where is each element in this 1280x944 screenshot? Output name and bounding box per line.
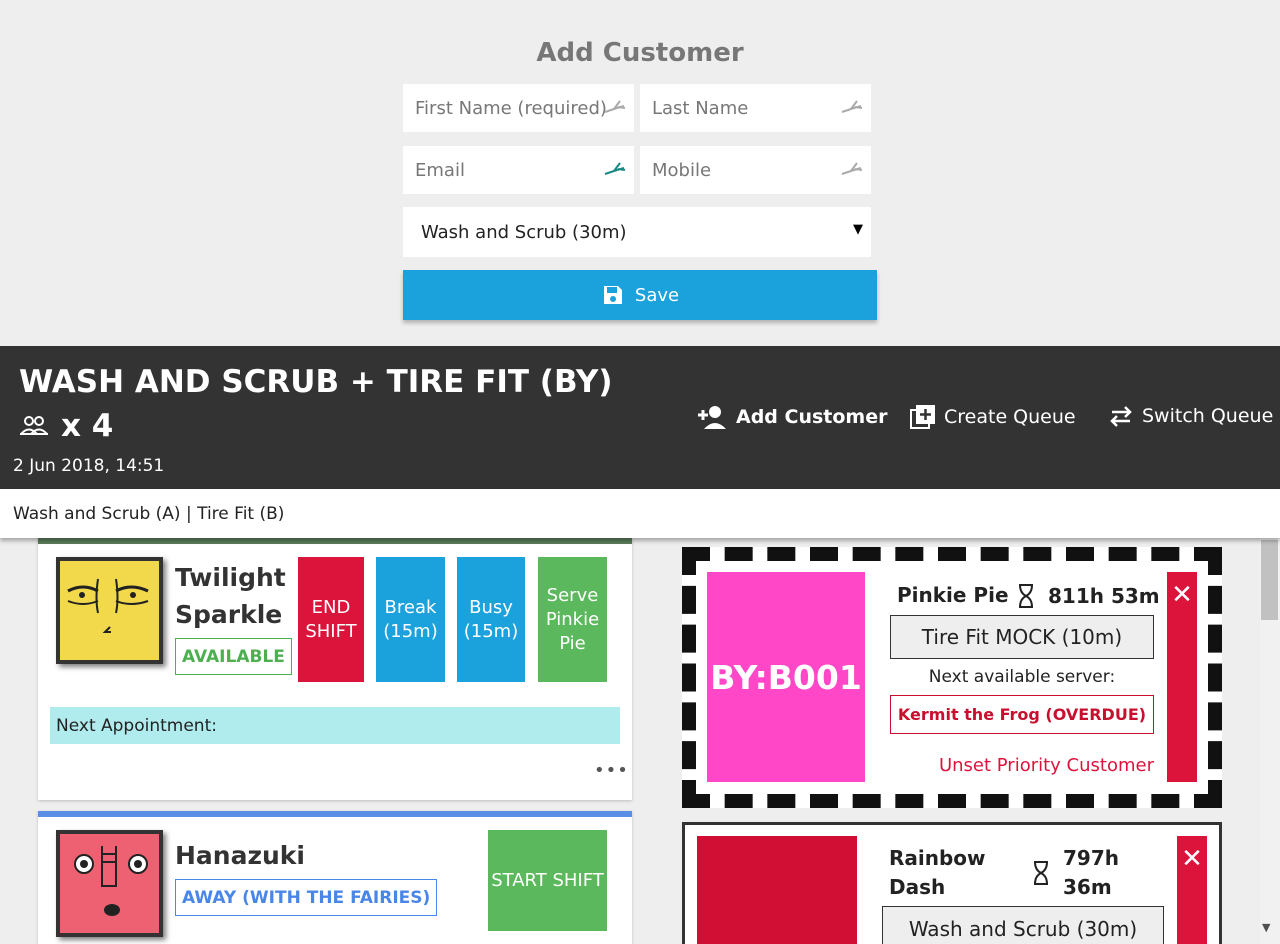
- hourglass-icon: [1034, 861, 1048, 885]
- save-label: Save: [634, 284, 680, 306]
- next-server-button[interactable]: Kermit the Frog (OVERDUE): [890, 695, 1154, 734]
- ticket-customer-line1: Rainbow: [889, 846, 986, 870]
- queue-count: x 4: [19, 408, 113, 444]
- autofill-key-icon[interactable]: [602, 157, 628, 183]
- mobile-input[interactable]: Mobile: [640, 146, 871, 194]
- unset-priority-link[interactable]: Unset Priority Customer: [890, 755, 1154, 776]
- add-customer-label: Add Customer: [736, 406, 888, 428]
- scrollbar-thumb[interactable]: [1261, 540, 1278, 620]
- avatar[interactable]: [56, 557, 163, 664]
- ticket-wait-line1: 797h: [1063, 846, 1119, 870]
- queue-count-label: x 4: [61, 408, 114, 444]
- switch-queue-button[interactable]: Switch Queue: [1108, 404, 1273, 428]
- mobile-placeholder: Mobile: [652, 159, 712, 181]
- queue-services-bar: Wash and Scrub (A) | Tire Fit (B): [0, 489, 1280, 538]
- status-badge: AWAY (WITH THE FAIRIES): [175, 879, 438, 916]
- face-avatar-icon: [67, 578, 149, 633]
- ticket-wait-line2: 36m: [1063, 875, 1112, 899]
- caret-down-icon: ▼: [853, 222, 863, 237]
- ticket-code: BY:B001: [707, 572, 865, 782]
- last-name-input[interactable]: Last Name: [640, 84, 871, 132]
- queue-services: Wash and Scrub (A) | Tire Fit (B): [13, 504, 285, 524]
- floppy-disk-icon: [603, 286, 622, 304]
- remove-ticket-button[interactable]: ✕: [1177, 836, 1207, 944]
- people-icon: [20, 416, 48, 435]
- autofill-key-icon[interactable]: [839, 157, 865, 183]
- first-name-placeholder: First Name (required): [415, 97, 607, 119]
- ticket-service[interactable]: Tire Fit MOCK (10m): [890, 615, 1154, 659]
- queue-header: WASH AND SCRUB + TIRE FIT (BY) x 4 2 Jun…: [0, 346, 1280, 489]
- page-title: Add Customer: [536, 38, 744, 68]
- ticket-code: [697, 836, 857, 944]
- create-queue-button[interactable]: Create Queue: [910, 404, 1076, 430]
- next-server-label: Next available server:: [928, 667, 1116, 687]
- server-name: Twilight Sparkle: [175, 559, 286, 633]
- next-appointment: Next Appointment:: [50, 707, 620, 744]
- close-icon: ✕: [1181, 844, 1203, 874]
- person-add-icon: [698, 406, 726, 429]
- status-badge: AVAILABLE: [175, 638, 292, 675]
- end-shift-button[interactable]: END SHIFT: [298, 557, 364, 682]
- swap-arrows-icon: [1110, 406, 1132, 427]
- create-queue-label: Create Queue: [944, 406, 1076, 428]
- autofill-key-icon[interactable]: [602, 95, 628, 121]
- serve-button[interactable]: Serve Pinkie Pie: [538, 557, 607, 682]
- server-name-line2: Sparkle: [175, 600, 283, 629]
- ticket-service[interactable]: Wash and Scrub (30m): [882, 906, 1164, 944]
- ticket-wait-value: 811h 53m: [1048, 584, 1160, 608]
- library-add-icon: [910, 405, 935, 429]
- last-name-placeholder: Last Name: [652, 97, 749, 119]
- start-shift-button[interactable]: START SHIFT: [488, 830, 607, 931]
- server-name-line1: Twilight: [175, 563, 286, 592]
- queue-title: WASH AND SCRUB + TIRE FIT (BY): [19, 364, 613, 400]
- ticket-customer: Rainbow Dash: [889, 844, 986, 902]
- ticket-customer: Pinkie Pie: [897, 583, 1009, 607]
- service-select[interactable]: Wash and Scrub (30m) ▼: [403, 207, 871, 257]
- first-name-input[interactable]: First Name (required): [403, 84, 634, 132]
- avatar[interactable]: [56, 830, 163, 937]
- ticket-wait: 797h 36m: [1032, 844, 1119, 902]
- ticket-customer-line2: Dash: [889, 875, 946, 899]
- hourglass-icon: [1019, 584, 1033, 608]
- ticket-wait: 811h 53m: [1017, 583, 1160, 609]
- more-options-icon[interactable]: •••: [594, 760, 629, 781]
- service-selected-value: Wash and Scrub (30m): [421, 221, 627, 243]
- remove-ticket-button[interactable]: ✕: [1167, 572, 1197, 782]
- add-customer-button[interactable]: Add Customer: [696, 404, 888, 430]
- break-button[interactable]: Break (15m): [376, 557, 445, 682]
- email-placeholder: Email: [415, 159, 465, 181]
- scroll-down-icon[interactable]: ▼: [1262, 921, 1270, 934]
- save-button[interactable]: Save: [403, 270, 877, 320]
- autofill-key-icon[interactable]: [839, 95, 865, 121]
- server-name: Hanazuki: [175, 841, 306, 870]
- email-input[interactable]: Email: [403, 146, 634, 194]
- switch-queue-label: Switch Queue: [1142, 405, 1274, 427]
- busy-button[interactable]: Busy (15m): [457, 557, 525, 682]
- queue-datetime: 2 Jun 2018, 14:51: [13, 456, 165, 476]
- face-avatar-icon: [74, 846, 148, 916]
- close-icon: ✕: [1171, 580, 1193, 610]
